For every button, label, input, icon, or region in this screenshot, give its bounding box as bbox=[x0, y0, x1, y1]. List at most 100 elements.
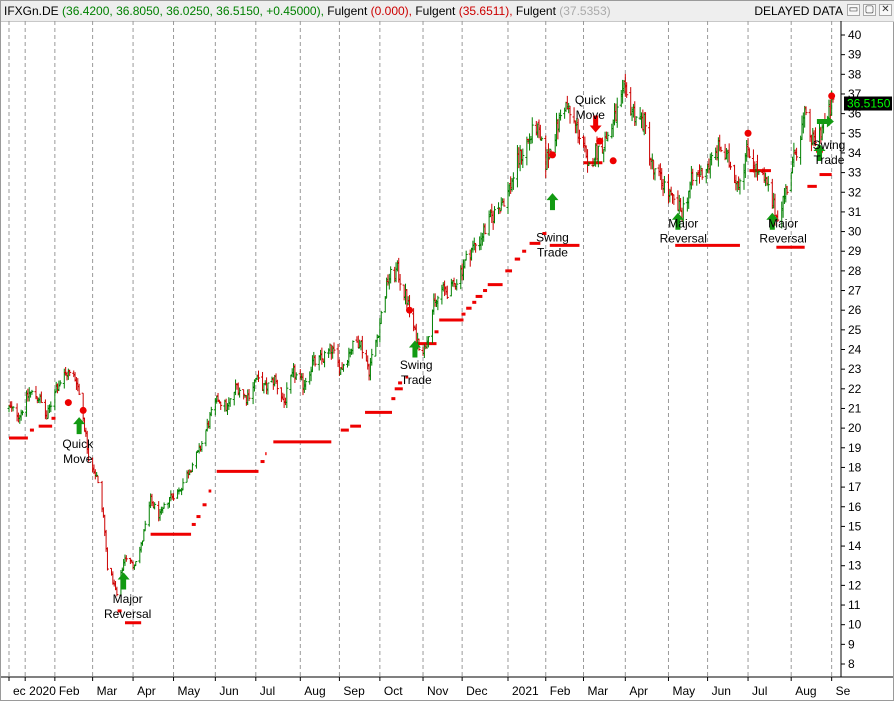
stop-dot bbox=[472, 300, 477, 304]
annotation-line: Swing bbox=[400, 358, 433, 372]
annotation-line: Quick bbox=[62, 437, 94, 451]
x-tick-label: Jun bbox=[712, 684, 731, 698]
signal-dot bbox=[744, 129, 752, 137]
y-tick-label: 15 bbox=[848, 519, 862, 533]
y-tick-label: 8 bbox=[848, 657, 855, 671]
y-tick-label: 31 bbox=[848, 205, 862, 219]
y-tick-label: 28 bbox=[848, 264, 862, 278]
y-tick-label: 19 bbox=[848, 441, 862, 455]
stop-dot bbox=[434, 330, 439, 334]
y-tick-label: 16 bbox=[848, 500, 862, 514]
x-tick-label: May bbox=[178, 684, 201, 698]
x-tick-label: Sep bbox=[343, 684, 365, 698]
annotation-line: Trade bbox=[814, 153, 845, 167]
minimize-icon[interactable]: ▭ bbox=[847, 4, 860, 16]
close-icon[interactable]: ✕ bbox=[879, 4, 892, 16]
x-tick-label: Feb bbox=[59, 684, 80, 698]
ohlc-bars bbox=[7, 73, 835, 597]
annotation-line: Major bbox=[113, 592, 143, 606]
stop-dot bbox=[483, 289, 488, 293]
buy-arrow bbox=[117, 572, 130, 590]
annotation-label: Major Reversal bbox=[660, 217, 707, 246]
y-tick-label: 33 bbox=[848, 166, 862, 180]
signal-dot bbox=[609, 157, 617, 165]
y-tick-label: 22 bbox=[848, 382, 862, 396]
y-tick-label: 23 bbox=[848, 362, 862, 376]
indicator3-value: (37.5353) bbox=[559, 4, 611, 18]
x-tick-label: Nov bbox=[427, 684, 448, 698]
annotation-label: Major Reversal bbox=[759, 217, 806, 246]
ohlc-bar bbox=[134, 561, 138, 566]
chart-window: IFXGn.DE (36.4200, 36.8050, 36.0250, 36.… bbox=[0, 0, 894, 701]
annotation-label: Swing Trade bbox=[400, 358, 433, 387]
indicator1-value: (0.000), bbox=[370, 4, 412, 18]
signal-dot bbox=[64, 399, 72, 407]
y-tick-label: 9 bbox=[848, 637, 855, 651]
y-tick-label: 32 bbox=[848, 185, 862, 199]
x-tick-label: Mar bbox=[588, 684, 609, 698]
signal-dot bbox=[406, 306, 414, 314]
ohlc-values: (36.4200, 36.8050, 36.0250, 36.5150, +0.… bbox=[62, 4, 324, 18]
stop-dot bbox=[391, 397, 396, 401]
y-tick-label: 17 bbox=[848, 480, 862, 494]
stop-line bbox=[9, 161, 832, 625]
y-tick-label: 12 bbox=[848, 578, 862, 592]
x-tick-label: Aug bbox=[795, 684, 816, 698]
y-tick-label: 27 bbox=[848, 284, 862, 298]
signal-dot bbox=[548, 151, 556, 159]
ohlc-bar bbox=[383, 296, 387, 313]
y-tick-label: 24 bbox=[848, 343, 862, 357]
y-tick-label: 13 bbox=[848, 559, 862, 573]
y-tick-label: 18 bbox=[848, 460, 862, 474]
symbol-label: IFXGn.DE bbox=[4, 4, 59, 18]
stop-dot bbox=[51, 416, 56, 420]
annotation-line: Move bbox=[63, 452, 93, 466]
signal-dot bbox=[596, 137, 604, 145]
ohlc-bar bbox=[289, 374, 293, 394]
ohlc-bar bbox=[789, 172, 793, 192]
annotation-label: Quick Move bbox=[575, 93, 607, 122]
chart-title-bar: IFXGn.DE (36.4200, 36.8050, 36.0250, 36.… bbox=[1, 1, 894, 22]
maximize-icon[interactable]: ▢ bbox=[863, 4, 876, 16]
annotation-line: Swing bbox=[813, 138, 846, 152]
y-axis: 8 9 10 11 12 13 14 15 16 17 18 19 20 21 22 23 24 25 26 27 28… bbox=[840, 21, 862, 677]
annotation-line: Trade bbox=[537, 245, 568, 259]
ohlc-bar bbox=[256, 370, 260, 382]
stop-dot bbox=[260, 460, 265, 464]
title-legend: IFXGn.DE (36.4200, 36.8050, 36.0250, 36.… bbox=[4, 1, 611, 21]
price-chart[interactable]: Quick MoveMajor ReversalSwing TradeSwing Tra… bbox=[1, 21, 893, 700]
y-tick-label: 34 bbox=[848, 146, 862, 160]
annotation-line: Reversal bbox=[104, 607, 151, 621]
y-tick-label: 20 bbox=[848, 421, 862, 435]
last-price-marker: 36.5150 bbox=[844, 96, 892, 111]
y-tick-label: 14 bbox=[848, 539, 862, 553]
stop-dot bbox=[191, 522, 196, 526]
ohlc-bar bbox=[464, 250, 468, 261]
x-tick-label: Apr bbox=[137, 684, 156, 698]
x-tick-label: Aug bbox=[304, 684, 325, 698]
y-tick-label: 10 bbox=[848, 618, 862, 632]
x-tick-label: Dec bbox=[466, 684, 487, 698]
ohlc-bar bbox=[530, 117, 534, 144]
y-tick-label: 11 bbox=[848, 598, 861, 612]
y-tick-label: 38 bbox=[848, 67, 862, 81]
signal-dot bbox=[828, 92, 836, 100]
indicator2-name: Fulgent bbox=[415, 4, 456, 18]
buy-arrow bbox=[546, 193, 559, 211]
x-tick-label: 2021 bbox=[512, 684, 539, 698]
stop-dot bbox=[461, 312, 466, 316]
x-tick-label: ec bbox=[13, 684, 26, 698]
annotation-label: Major Reversal bbox=[104, 592, 151, 621]
y-tick-label: 39 bbox=[848, 48, 862, 62]
x-tick-label: Oct bbox=[384, 684, 403, 698]
y-tick-label: 30 bbox=[848, 225, 862, 239]
y-tick-label: 29 bbox=[848, 244, 862, 258]
y-tick-label: 35 bbox=[848, 126, 862, 140]
y-tick-label: 21 bbox=[848, 401, 862, 415]
ohlc-bar bbox=[436, 295, 440, 311]
ohlc-bar bbox=[194, 451, 198, 469]
x-tick-label: Mar bbox=[97, 684, 118, 698]
ohlc-bar bbox=[799, 135, 803, 165]
x-axis: ec 2020 Feb Mar Apr May Jun Jul Aug Sep Oct Nov Dec 2… bbox=[1, 676, 893, 698]
x-tick-label: Feb bbox=[550, 684, 571, 698]
